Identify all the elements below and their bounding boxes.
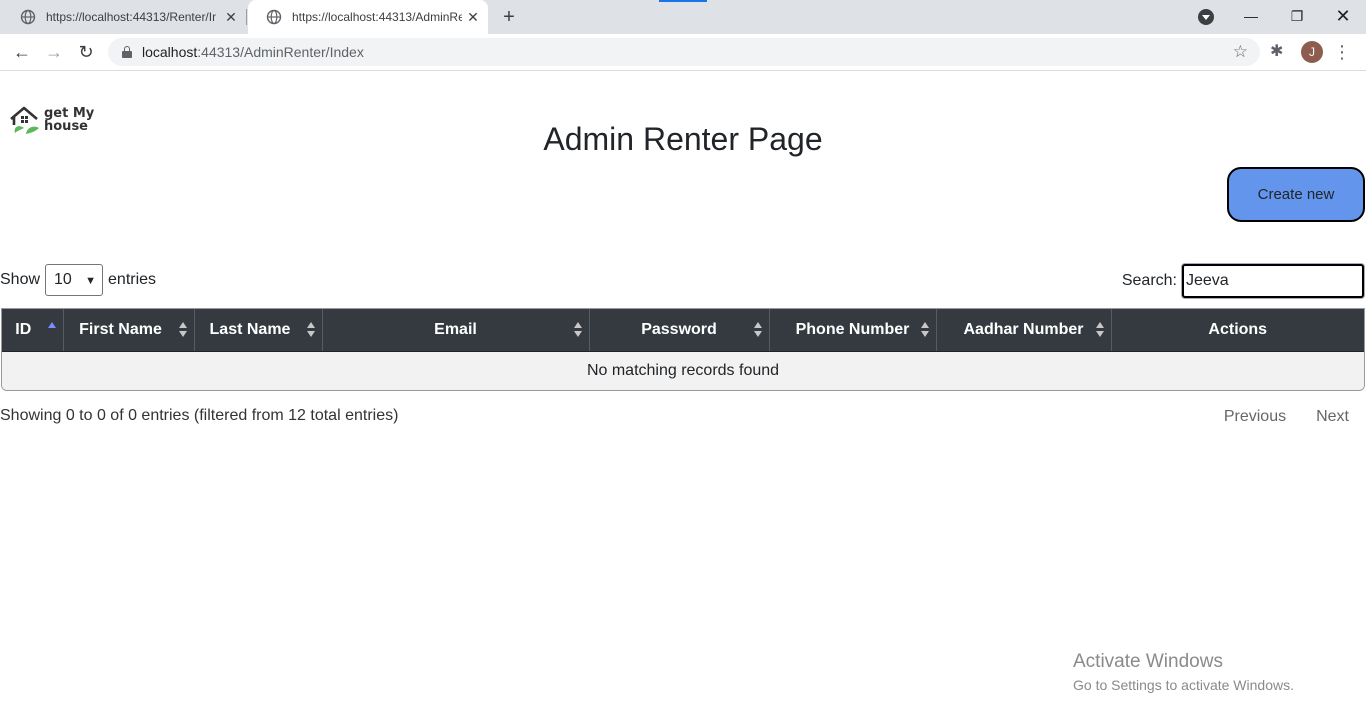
page-title: Admin Renter Page — [543, 121, 823, 157]
window-close-button[interactable]: ✕ — [1328, 4, 1358, 28]
profile-avatar[interactable]: J — [1301, 41, 1323, 63]
close-tab-icon[interactable]: ✕ — [464, 8, 482, 26]
column-header-password[interactable]: Password — [589, 309, 770, 352]
show-label: Show — [0, 271, 41, 288]
url-text: localhost:44313/AdminRenter/Index — [142, 44, 364, 60]
tab-separator — [246, 9, 247, 25]
sort-icon — [753, 322, 762, 338]
column-header-first-name[interactable]: First Name — [63, 309, 195, 352]
sort-icon — [306, 322, 315, 338]
browser-toolbar: ← → ↻ localhost:44313/AdminRenter/Index … — [0, 34, 1366, 71]
watermark-title: Activate Windows — [1073, 651, 1223, 672]
table-header-row: ID First Name Last Name Email Password P… — [2, 309, 1364, 352]
minimize-button[interactable]: — — [1236, 4, 1266, 28]
chevron-down-icon: ▼ — [85, 275, 97, 287]
tab-renter[interactable]: https://localhost:44313/Renter/In ✕ — [2, 0, 246, 34]
sort-icon — [1095, 322, 1104, 338]
entries-label: entries — [108, 271, 157, 288]
maximize-button[interactable]: ❐ — [1282, 4, 1312, 28]
tab-admin-renter[interactable]: https://localhost:44313/AdminRe ✕ — [248, 0, 488, 34]
sort-ascending-icon — [47, 322, 56, 338]
sort-icon — [920, 322, 929, 338]
tab-title: https://localhost:44313/AdminRe — [292, 10, 462, 24]
table-row: No matching records found — [2, 351, 1364, 390]
browser-menu-icon[interactable]: ⋮ — [1333, 41, 1351, 63]
column-header-actions: Actions — [1111, 309, 1364, 352]
globe-icon — [20, 9, 36, 25]
column-header-phone-number[interactable]: Phone Number — [769, 309, 937, 352]
close-tab-icon[interactable]: ✕ — [222, 8, 240, 26]
previous-page-button[interactable]: Previous — [1224, 408, 1286, 426]
column-header-aadhar-number[interactable]: Aadhar Number — [936, 309, 1112, 352]
watermark-subtitle: Go to Settings to activate Windows. — [1073, 677, 1294, 693]
entries-length-control: Show 10 ▼ entries — [0, 264, 156, 296]
column-header-email[interactable]: Email — [322, 309, 590, 352]
forward-arrow-icon[interactable]: → — [42, 40, 66, 64]
pagination: Previous Next — [1224, 408, 1349, 426]
table-info: Showing 0 to 0 of 0 entries (filtered fr… — [0, 407, 399, 424]
table-search: Search: — [1122, 264, 1364, 298]
search-input[interactable] — [1182, 264, 1364, 298]
globe-icon — [266, 9, 282, 25]
sort-icon — [573, 322, 582, 338]
page-length-value: 10 — [54, 271, 72, 288]
sort-icon — [178, 322, 187, 338]
reload-icon[interactable]: ↻ — [74, 40, 98, 64]
tab-title: https://localhost:44313/Renter/In — [46, 10, 216, 24]
column-header-id[interactable]: ID — [2, 309, 64, 352]
tab-search-icon[interactable] — [1198, 9, 1214, 25]
page-length-select[interactable]: 10 ▼ — [45, 264, 104, 296]
back-arrow-icon[interactable]: ← — [10, 40, 34, 64]
column-header-last-name[interactable]: Last Name — [194, 309, 323, 352]
new-tab-button[interactable]: + — [498, 6, 520, 28]
tab-strip-accent — [659, 0, 707, 2]
create-new-button[interactable]: Create new — [1227, 167, 1365, 222]
empty-table-message: No matching records found — [2, 351, 1364, 390]
next-page-button[interactable]: Next — [1316, 408, 1349, 426]
address-bar[interactable]: localhost:44313/AdminRenter/Index ☆ — [108, 38, 1260, 66]
page-content: get My house Admin Renter Page Create ne… — [0, 71, 1366, 728]
tab-strip: https://localhost:44313/Renter/In ✕ http… — [0, 0, 1366, 34]
search-label: Search: — [1121, 272, 1177, 289]
extensions-icon[interactable]: ✱ — [1270, 41, 1283, 61]
activate-windows-watermark: Activate Windows Go to Settings to activ… — [1073, 651, 1294, 697]
renter-table: ID First Name Last Name Email Password P… — [1, 308, 1365, 391]
lock-icon[interactable] — [122, 46, 132, 58]
bookmark-star-icon[interactable]: ☆ — [1233, 42, 1248, 62]
